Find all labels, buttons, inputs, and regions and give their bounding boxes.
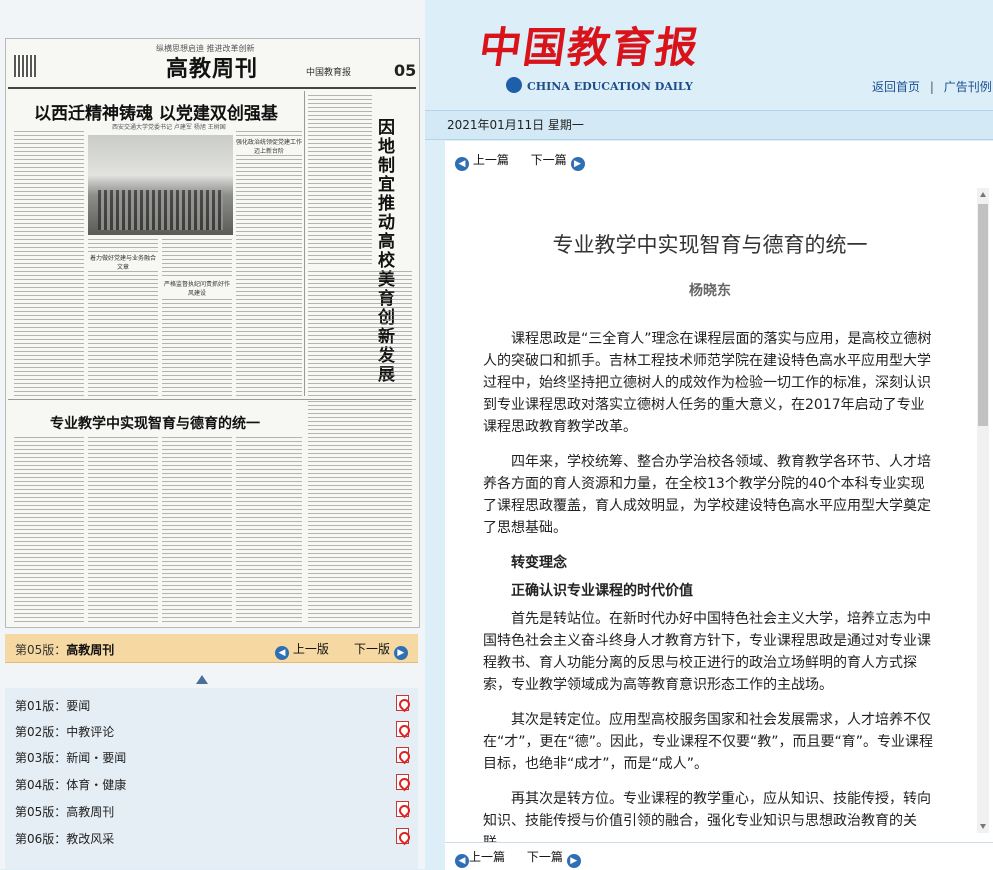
- edition-item-03[interactable]: 第03版：新闻・要闻: [15, 745, 410, 767]
- paper-second-headline[interactable]: 专业教学中实现智育与德育的统一: [50, 413, 260, 433]
- home-link[interactable]: 返回首页: [872, 80, 920, 94]
- article-paragraph: 其次是转定位。应用型高校服务国家和社会发展需求，人才培养不仅在“才”，更在“德”…: [483, 712, 934, 772]
- article-paragraph: 首先是转站位。在新时代办好中国特色社会主义大学，培养立志为中国特色社会主义奋斗终…: [483, 611, 931, 693]
- edition-item-04[interactable]: 第04版：体育・健康: [15, 772, 410, 794]
- paper-main-byline: 西安交通大学党委书记 卢建军 杨旭 王树国: [112, 124, 226, 131]
- pdf-icon[interactable]: [396, 695, 409, 711]
- top-links: 返回首页 | 广告刊例: [872, 78, 992, 95]
- scroll-down-icon[interactable]: [980, 824, 986, 829]
- text-block: [88, 437, 158, 622]
- pdf-icon[interactable]: [396, 721, 409, 737]
- pdf-icon[interactable]: [396, 747, 409, 763]
- news-photo: [88, 135, 233, 235]
- article-title: 专业教学中实现智育与德育的统一: [552, 233, 868, 257]
- text-block: [308, 95, 372, 265]
- edition-item-01[interactable]: 第01版：要闻: [15, 693, 410, 715]
- issue-date: 2021年01月11日 星期一: [447, 118, 584, 132]
- article-nav-bottom: ◀ 上一篇 下一篇 ▶: [455, 848, 581, 868]
- qr-code: [14, 55, 36, 77]
- article-paragraph: 四年来，学校统筹、整合办学治校各领域、教育教学各环节、人才培养各方面的育人资源和…: [483, 454, 931, 536]
- prev-edition-button[interactable]: ◀ 上一版: [275, 640, 329, 660]
- section-rule: [8, 399, 416, 400]
- paper-masthead: 中国教育报: [306, 68, 352, 78]
- article-paragraph: 课程思政是“三全育人”理念在课程层面的落实与应用，是高校立德树人的突破口和抓手。…: [483, 331, 932, 435]
- article-body: 课程思政是“三全育人”理念在课程层面的落实与应用，是高校立德树人的突破口和抓手。…: [483, 328, 935, 867]
- scroll-up-arrow-icon[interactable]: [196, 675, 208, 684]
- prev-article-button[interactable]: ◀ 上一篇: [455, 153, 509, 171]
- article-scrollbar[interactable]: [977, 188, 989, 833]
- article-panel: ◀ 上一篇 下一篇 ▶ 专业教学中实现智育与德育的统一 杨晓东 课程思政是“三全…: [445, 141, 993, 869]
- arrow-right-icon: ▶: [566, 854, 581, 868]
- text-block: [308, 401, 412, 622]
- text-block: [236, 437, 302, 622]
- arrow-right-icon: ▶: [570, 157, 585, 171]
- edition-item-05[interactable]: 第05版：高教周刊: [15, 799, 410, 821]
- paper-subhead: 严格监督执纪问责抓好作风建设: [162, 279, 232, 297]
- scroll-up-icon[interactable]: [980, 192, 986, 197]
- newspaper-page-thumbnail[interactable]: 纵横思想启迪 推进改革创新 高教周刊 中国教育报 05 以西迁精神铸魂 以党建双…: [5, 38, 420, 628]
- paper-subhead: 着力做好党建与业务融合文章: [88, 253, 158, 271]
- paper-page-number: 05: [394, 61, 417, 80]
- current-edition: 第05版：高教周刊: [15, 643, 115, 657]
- article-nav-bottom-bar: ◀ 上一篇 下一篇 ▶: [445, 842, 993, 870]
- edition-bar: 第05版：高教周刊 ◀ 上一版 下一版 ▶: [5, 634, 418, 663]
- ad-rates-link[interactable]: 广告刊例: [944, 80, 992, 94]
- edition-item-02[interactable]: 第02版：中教评论: [15, 719, 410, 741]
- article-subheading: 正确认识专业课程的时代价值: [511, 583, 693, 599]
- column-rule: [304, 91, 305, 396]
- article-nav-top: ◀ 上一篇 下一篇 ▶: [455, 151, 585, 171]
- text-block: [14, 437, 84, 622]
- arrow-left-icon: ◀: [275, 646, 289, 660]
- text-block: [236, 131, 302, 396]
- date-bar: 2021年01月11日 星期一: [425, 110, 993, 140]
- pdf-icon[interactable]: [396, 828, 409, 844]
- pdf-icon[interactable]: [396, 774, 409, 790]
- text-block: [14, 131, 84, 396]
- arrow-right-icon: ▶: [393, 646, 408, 660]
- next-edition-button[interactable]: 下一版 ▶: [354, 640, 408, 660]
- article-subheading: 转变理念: [511, 555, 567, 571]
- edition-list: 第01版：要闻 第02版：中教评论 第03版：新闻・要闻 第04版：体育・健康 …: [5, 688, 418, 869]
- edition-item-06[interactable]: 第06版：教改风采: [15, 826, 410, 848]
- link-separator: |: [929, 80, 934, 94]
- scrollbar-thumb[interactable]: [978, 204, 988, 426]
- text-block: [308, 271, 412, 396]
- text-block: [162, 437, 232, 622]
- arrow-left-icon: ◀: [455, 854, 469, 868]
- site-logo[interactable]: 中国教育报: [476, 14, 705, 75]
- paper-subhead: 强化政治统领促党建工作迈上新台阶: [236, 137, 303, 155]
- header-rule: [8, 87, 416, 89]
- pdf-icon[interactable]: [396, 801, 409, 817]
- arrow-left-icon: ◀: [455, 157, 469, 171]
- left-panel: 纵横思想启迪 推进改革创新 高教周刊 中国教育报 05 以西迁精神铸魂 以党建双…: [0, 0, 425, 869]
- logo-emblem-icon: [506, 77, 522, 93]
- paper-section-title: 高教周刊: [166, 56, 259, 82]
- text-block: [162, 239, 232, 396]
- prev-article-button-bottom[interactable]: ◀ 上一篇: [455, 850, 505, 868]
- site-logo-english: CHINA EDUCATION DAILY: [527, 80, 693, 93]
- next-article-button[interactable]: 下一篇 ▶: [531, 153, 585, 171]
- paper-main-headline[interactable]: 以西迁精神铸魂 以党建双创强基: [34, 99, 278, 124]
- article-author: 杨晓东: [689, 283, 731, 299]
- next-article-button-bottom[interactable]: 下一篇 ▶: [527, 850, 581, 868]
